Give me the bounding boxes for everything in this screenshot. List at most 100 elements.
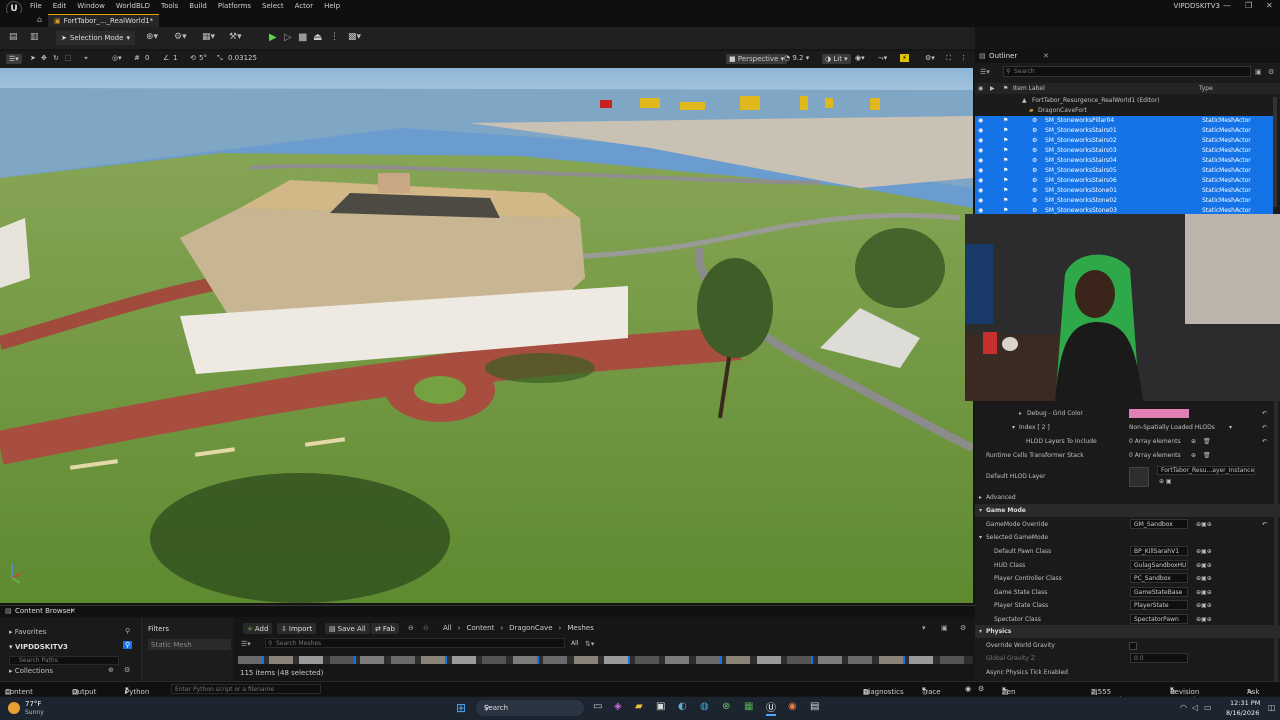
selection-mode-dropdown[interactable]: ➤ Selection Mode ▾: [56, 31, 135, 45]
outliner-row[interactable]: ◉ ⚑ ⚙ SM_StoneworksStairs06 StaticMeshActor: [975, 176, 1273, 186]
step-icon[interactable]: ▷: [284, 32, 292, 43]
weather-desc[interactable]: Sunny: [25, 709, 44, 716]
outliner-row[interactable]: ◉ ⚑ ⚙ SM_StoneworksStairs02 StaticMeshActor: [975, 136, 1273, 146]
camera-speed[interactable]: ◔ 9.2 ▾: [784, 54, 809, 62]
minimize-icon[interactable]: —: [1223, 1, 1231, 10]
menu-tools[interactable]: Tools: [161, 2, 178, 10]
asset-actions-icon[interactable]: ⊕▣⊕: [1196, 616, 1212, 623]
eye-icon[interactable]: ◉: [978, 177, 983, 184]
asset-thumbnail[interactable]: [726, 656, 752, 664]
pin-icon[interactable]: ⚑: [1003, 117, 1008, 124]
viewport-menu-icon[interactable]: ☰▾: [6, 54, 22, 64]
asset-thumbnail[interactable]: [756, 656, 783, 664]
store-icon[interactable]: ▣: [656, 701, 665, 712]
outliner-search-input[interactable]: [1003, 66, 1251, 77]
lock-icon[interactable]: ▣: [941, 624, 948, 632]
outliner-row[interactable]: ◉ ⚑ ⚙ SM_StoneworksStairs04 StaticMeshActor: [975, 156, 1273, 166]
game-mode-section[interactable]: ▾ Game Mode: [975, 504, 1280, 517]
collection-settings-icon[interactable]: ⚙: [124, 666, 130, 674]
global-gravity-value[interactable]: 0.0: [1130, 653, 1188, 663]
copilot-icon[interactable]: ◈: [614, 701, 622, 712]
asset-thumbnail[interactable]: [543, 656, 569, 664]
pin-icon[interactable]: ⚑: [1003, 177, 1008, 184]
asset-thumbnail[interactable]: [665, 656, 691, 664]
asset-thumbnail[interactable]: [329, 656, 356, 664]
import-button[interactable]: ⇩ Import: [277, 623, 317, 634]
expand-arrow-icon[interactable]: ▸: [1019, 410, 1022, 417]
asset-thumbnail[interactable]: [512, 656, 539, 664]
asset-thumbnail[interactable]: [848, 656, 874, 664]
realtime-icon[interactable]: ⚡: [900, 54, 909, 62]
save-icon[interactable]: ▤: [9, 32, 18, 42]
level-viewport[interactable]: [0, 68, 973, 603]
weather-sun-icon[interactable]: [8, 702, 20, 714]
menu-platforms[interactable]: Platforms: [218, 2, 251, 10]
menu-build[interactable]: Build: [189, 2, 207, 10]
blueprint-icon[interactable]: ⚙▾: [174, 32, 187, 42]
asset-thumbnail[interactable]: [238, 656, 264, 664]
pin-icon[interactable]: ⚑: [1003, 157, 1008, 164]
surface-snap-icon[interactable]: ⌖: [84, 54, 88, 63]
advanced-row[interactable]: ▸ Advanced: [975, 491, 1280, 504]
volume-icon[interactable]: ◁: [1192, 703, 1198, 712]
path-dropdown-icon[interactable]: ▾: [922, 624, 926, 632]
viewport-options-icon[interactable]: ⋮: [960, 54, 967, 62]
menu-window[interactable]: Window: [77, 2, 105, 10]
menu-actor[interactable]: Actor: [295, 2, 313, 10]
clock-date[interactable]: 8/16/2026: [1226, 709, 1259, 717]
taskbar-search-box[interactable]: ⚲ Search: [476, 700, 584, 716]
index-value[interactable]: Non-Spatially Loaded HLODs: [1129, 424, 1215, 431]
windows-start-icon[interactable]: ⊞: [456, 701, 466, 715]
rot-snap-icon[interactable]: ∠: [163, 54, 169, 62]
asset-thumbnail[interactable]: [878, 656, 905, 664]
battery-icon[interactable]: ▭: [1204, 703, 1212, 712]
perspective-dropdown[interactable]: ■ Perspective ▾: [726, 54, 788, 64]
physics-section[interactable]: ▾ Physics: [975, 625, 1280, 638]
reset-icon[interactable]: ↶: [1262, 410, 1267, 417]
file-explorer-icon[interactable]: ▰: [635, 701, 643, 712]
eye-icon[interactable]: ◉: [978, 207, 983, 214]
search-icon[interactable]: ⚲: [125, 627, 130, 635]
menu-file[interactable]: File: [30, 2, 42, 10]
expand-arrow-icon[interactable]: ▾: [1012, 424, 1015, 431]
crumb-dragoncave[interactable]: DragonCave: [509, 624, 552, 632]
details-scrollbar[interactable]: [1274, 401, 1278, 681]
trace-button[interactable]: ◌ Trace ▾: [922, 685, 941, 696]
python-dropdown[interactable]: ▸ Python ▾: [125, 685, 149, 696]
asset-actions-icon[interactable]: ⊕▣⊕: [1196, 575, 1212, 582]
search-meshes-input[interactable]: [265, 638, 565, 648]
outliner-scrollbar[interactable]: [1273, 97, 1277, 207]
menu-help[interactable]: Help: [324, 2, 340, 10]
record-icon[interactable]: ◉: [965, 685, 971, 693]
stop-icon[interactable]: ■: [298, 32, 307, 43]
close-icon[interactable]: ✕: [1266, 1, 1273, 10]
settings-icon[interactable]: ⚙: [978, 685, 984, 693]
project-row[interactable]: ▾ VIPDDSKITV3: [9, 643, 68, 651]
scale-tool-icon[interactable]: ⬚: [65, 54, 72, 62]
asset-thumbnail[interactable]: [451, 656, 478, 664]
maximize-icon[interactable]: ❐: [1245, 1, 1252, 10]
task-view-icon[interactable]: ▭: [593, 701, 602, 712]
eye-icon[interactable]: ◉: [978, 197, 983, 204]
asset-thumbnails[interactable]: [238, 656, 973, 664]
static-mesh-filter[interactable]: Static Mesh: [148, 639, 231, 650]
collections-row[interactable]: ▸ Collections: [9, 667, 53, 675]
edge-icon[interactable]: ◍: [700, 701, 709, 712]
close-tab-icon[interactable]: ✕: [1043, 52, 1049, 60]
outliner-row[interactable]: ◉ ⚑ ⚙ SM_StoneworksStairs05 StaticMeshActor: [975, 166, 1273, 176]
prop-value[interactable]: GulagSandboxHUI: [1130, 559, 1188, 570]
eye-icon[interactable]: ◉: [978, 187, 983, 194]
col-item-label[interactable]: Item Label: [1013, 85, 1045, 92]
add-element-icon[interactable]: ⊕: [1191, 452, 1196, 459]
scale-snap-value[interactable]: 0.03125: [228, 54, 257, 62]
zen-server-button[interactable]: ▤ Zen Server ▾: [1002, 685, 1025, 704]
outliner-root-row[interactable]: ▲ FortTabor_Resurgence_RealWorld1 (Edito…: [975, 96, 1273, 106]
save-all-button[interactable]: ▤ Save All: [325, 623, 370, 634]
search-paths-input[interactable]: [9, 656, 119, 665]
angle-snap-value[interactable]: 5°: [199, 54, 207, 62]
asset-actions-icon[interactable]: ⊕▣⊕: [1196, 548, 1212, 555]
asset-thumbnail[interactable]: [787, 656, 813, 664]
app-icon[interactable]: ▤: [810, 701, 819, 712]
col-type[interactable]: Type: [1199, 85, 1213, 92]
pin-icon[interactable]: ⚑: [1003, 137, 1008, 144]
